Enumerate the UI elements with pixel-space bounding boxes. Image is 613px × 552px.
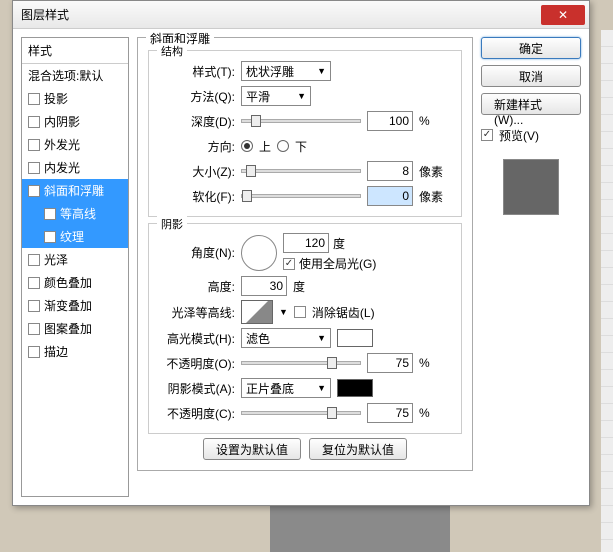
bevel-emboss-item[interactable]: 斜面和浮雕 [22, 179, 128, 202]
highlight-opacity-slider[interactable] [241, 361, 361, 365]
altitude-label: 高度: [157, 278, 235, 295]
checkbox[interactable] [28, 116, 40, 128]
style-select[interactable]: 枕状浮雕▼ [241, 61, 331, 81]
inner-glow-item[interactable]: 内发光 [22, 156, 128, 179]
checkbox[interactable] [44, 231, 56, 243]
satin-item[interactable]: 光泽 [22, 248, 128, 271]
contour-item[interactable]: 等高线 [22, 202, 128, 225]
preview-thumbnail [503, 159, 559, 215]
close-button[interactable]: ✕ [541, 5, 585, 25]
depth-slider[interactable] [241, 119, 361, 123]
styles-list: 样式 混合选项:默认 投影 内阴影 外发光 内发光 斜面和浮雕 等高线 纹理 光… [21, 37, 129, 497]
stroke-item[interactable]: 描边 [22, 340, 128, 363]
highlight-opacity-input[interactable] [367, 353, 413, 373]
window-title: 图层样式 [21, 6, 541, 23]
ok-button[interactable]: 确定 [481, 37, 581, 59]
method-label: 方法(Q): [157, 88, 235, 105]
style-label: 样式(T): [157, 63, 235, 80]
highlight-mode-label: 高光模式(H): [157, 330, 235, 347]
size-input[interactable] [367, 161, 413, 181]
cancel-button[interactable]: 取消 [481, 65, 581, 87]
shadow-opacity-slider[interactable] [241, 411, 361, 415]
preview-label: 预览(V) [499, 127, 539, 144]
inner-shadow-item[interactable]: 内阴影 [22, 110, 128, 133]
checkbox[interactable] [44, 208, 56, 220]
chevron-down-icon: ▼ [297, 91, 306, 101]
checkbox[interactable] [28, 93, 40, 105]
method-select[interactable]: 平滑▼ [241, 86, 311, 106]
preview-checkbox[interactable] [481, 129, 493, 141]
direction-down-radio[interactable] [277, 140, 289, 152]
angle-label: 角度(N): [157, 244, 235, 261]
angle-picker[interactable] [241, 235, 277, 271]
depth-input[interactable] [367, 111, 413, 131]
gloss-contour-picker[interactable] [241, 300, 273, 324]
checkbox[interactable] [28, 346, 40, 358]
chevron-down-icon: ▼ [317, 66, 326, 76]
unit: 像素 [419, 163, 443, 180]
checkbox[interactable] [28, 300, 40, 312]
checkbox[interactable] [28, 323, 40, 335]
antialias-checkbox[interactable] [294, 306, 306, 318]
checkbox[interactable] [28, 162, 40, 174]
chevron-down-icon[interactable]: ▼ [279, 307, 288, 317]
global-light-checkbox[interactable] [283, 258, 295, 270]
reset-default-button[interactable]: 复位为默认值 [309, 438, 407, 460]
size-slider[interactable] [241, 169, 361, 173]
checkbox[interactable] [28, 277, 40, 289]
highlight-color-swatch[interactable] [337, 329, 373, 347]
gloss-contour-label: 光泽等高线: [157, 304, 235, 321]
depth-label: 深度(D): [157, 113, 235, 130]
angle-input[interactable] [283, 233, 329, 253]
gradient-overlay-item[interactable]: 渐变叠加 [22, 294, 128, 317]
direction-up-radio[interactable] [241, 140, 253, 152]
styles-header: 样式 [22, 38, 128, 64]
structure-title: 结构 [157, 43, 187, 59]
blend-options-item[interactable]: 混合选项:默认 [22, 64, 128, 87]
unit: 像素 [419, 188, 443, 205]
direction-label: 方向: [157, 138, 235, 155]
unit: % [419, 114, 430, 128]
soften-label: 软化(F): [157, 188, 235, 205]
shadow-title: 阴影 [157, 216, 187, 232]
soften-input[interactable] [367, 186, 413, 206]
shadow-mode-select[interactable]: 正片叠底▼ [241, 378, 331, 398]
new-style-button[interactable]: 新建样式(W)... [481, 93, 581, 115]
dialog-buttons: 确定 取消 新建样式(W)... 预览(V) [481, 37, 581, 497]
checkbox[interactable] [28, 139, 40, 151]
make-default-button[interactable]: 设置为默认值 [203, 438, 301, 460]
shadow-opacity-label: 不透明度(C): [157, 405, 235, 422]
checkbox[interactable] [28, 254, 40, 266]
drop-shadow-item[interactable]: 投影 [22, 87, 128, 110]
checkbox[interactable] [28, 185, 40, 197]
texture-item[interactable]: 纹理 [22, 225, 128, 248]
layer-style-dialog: 图层样式 ✕ 样式 混合选项:默认 投影 内阴影 外发光 内发光 斜面和浮雕 等… [12, 0, 590, 506]
altitude-input[interactable] [241, 276, 287, 296]
shadow-opacity-input[interactable] [367, 403, 413, 423]
close-icon: ✕ [558, 8, 568, 22]
size-label: 大小(Z): [157, 163, 235, 180]
titlebar[interactable]: 图层样式 ✕ [13, 1, 589, 29]
color-overlay-item[interactable]: 颜色叠加 [22, 271, 128, 294]
chevron-down-icon: ▼ [317, 383, 326, 393]
soften-slider[interactable] [241, 194, 361, 198]
bevel-emboss-panel: 斜面和浮雕 结构 样式(T): 枕状浮雕▼ 方法(Q): 平滑▼ 深度(D): [137, 37, 473, 497]
shadow-color-swatch[interactable] [337, 379, 373, 397]
chevron-down-icon: ▼ [317, 333, 326, 343]
highlight-mode-select[interactable]: 滤色▼ [241, 328, 331, 348]
pattern-overlay-item[interactable]: 图案叠加 [22, 317, 128, 340]
shadow-mode-label: 阴影模式(A): [157, 380, 235, 397]
highlight-opacity-label: 不透明度(O): [157, 355, 235, 372]
outer-glow-item[interactable]: 外发光 [22, 133, 128, 156]
